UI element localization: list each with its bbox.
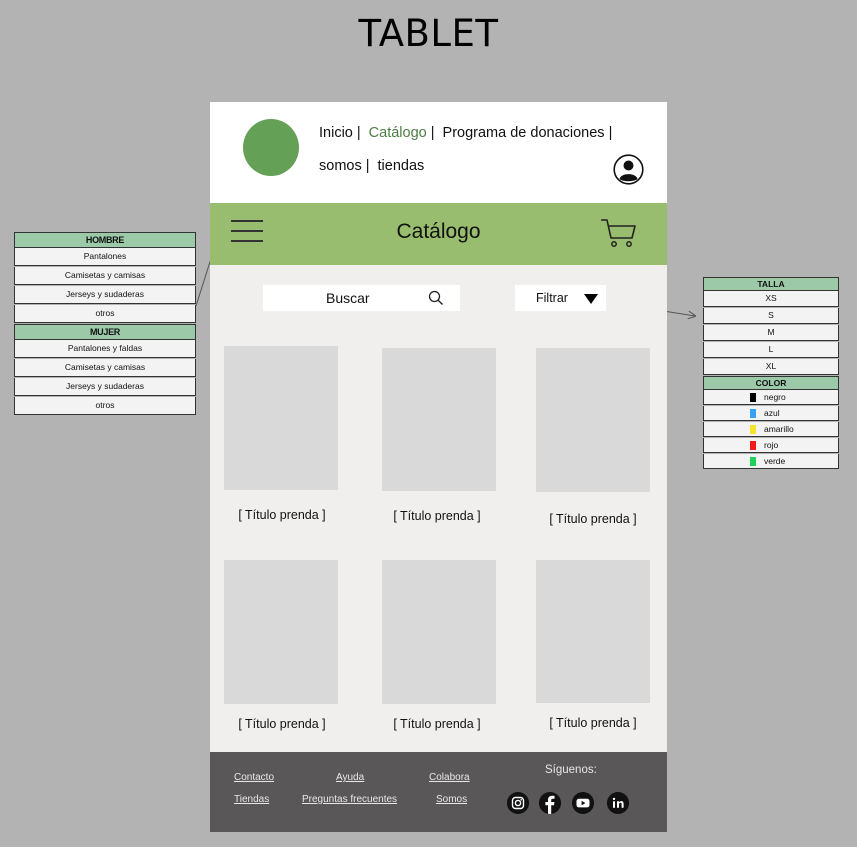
nav-donaciones[interactable]: Programa de donaciones xyxy=(443,125,605,141)
product-image[interactable] xyxy=(224,346,338,490)
nav-separator: | xyxy=(608,125,613,141)
nav-separator: | xyxy=(365,158,370,174)
linkedin-icon[interactable] xyxy=(607,792,629,814)
catalog-header-bar: Catálogo xyxy=(210,203,667,265)
footer-link-tiendas[interactable]: Tiendas xyxy=(234,794,269,805)
product-image[interactable] xyxy=(224,560,338,704)
chevron-down-icon xyxy=(584,294,598,304)
footer-link-ayuda[interactable]: Ayuda xyxy=(336,772,364,783)
nav-catalogo[interactable]: Catálogo xyxy=(369,125,427,141)
catalog-title: Catálogo xyxy=(396,220,481,243)
nav-tiendas[interactable]: tiendas xyxy=(378,158,425,174)
nav-separator: | xyxy=(430,125,435,141)
youtube-icon[interactable] xyxy=(572,792,594,814)
nav-somos[interactable]: somos xyxy=(319,158,362,174)
product-image[interactable] xyxy=(536,560,650,703)
product-title[interactable]: [ Título prenda ] xyxy=(212,508,352,522)
product-title[interactable]: [ Título prenda ] xyxy=(523,716,663,730)
footer-link-somos[interactable]: Somos xyxy=(436,794,467,805)
product-title[interactable]: [ Título prenda ] xyxy=(523,512,663,526)
nav-inicio[interactable]: Inicio xyxy=(319,125,353,141)
cart-icon[interactable] xyxy=(600,217,638,249)
search-input[interactable]: Buscar xyxy=(263,285,460,311)
search-placeholder: Buscar xyxy=(326,290,370,306)
filter-label: Filtrar xyxy=(536,291,568,305)
product-title[interactable]: [ Título prenda ] xyxy=(212,717,352,731)
product-image[interactable] xyxy=(382,348,496,491)
instagram-icon[interactable] xyxy=(507,792,529,814)
footer-link-contacto[interactable]: Contacto xyxy=(234,772,274,783)
follow-us-label: Síguenos: xyxy=(545,764,597,776)
search-icon[interactable] xyxy=(428,290,444,306)
tablet-frame: Inicio | Catálogo | Programa de donaciones… xyxy=(210,102,667,832)
filter-dropdown[interactable]: Filtrar xyxy=(515,285,606,311)
footer-link-preguntas[interactable]: Preguntas frecuentes xyxy=(302,794,397,805)
product-image[interactable] xyxy=(382,560,496,704)
product-title[interactable]: [ Título prenda ] xyxy=(367,509,507,523)
product-title[interactable]: [ Título prenda ] xyxy=(367,717,507,731)
logo[interactable] xyxy=(243,119,299,176)
nav-row-1: Inicio | Catálogo | Programa de donaciones… xyxy=(319,125,616,141)
product-image[interactable] xyxy=(536,348,650,492)
nav-separator: | xyxy=(356,125,361,141)
footer: Contacto Ayuda Colabora Tiendas Pregunta… xyxy=(210,752,667,832)
nav-row-2: somos | tiendas xyxy=(319,158,424,174)
top-bar: Inicio | Catálogo | Programa de donaciones… xyxy=(210,102,667,203)
facebook-icon[interactable] xyxy=(539,792,561,814)
footer-link-colabora[interactable]: Colabora xyxy=(429,772,470,783)
user-account-icon[interactable] xyxy=(613,154,644,185)
